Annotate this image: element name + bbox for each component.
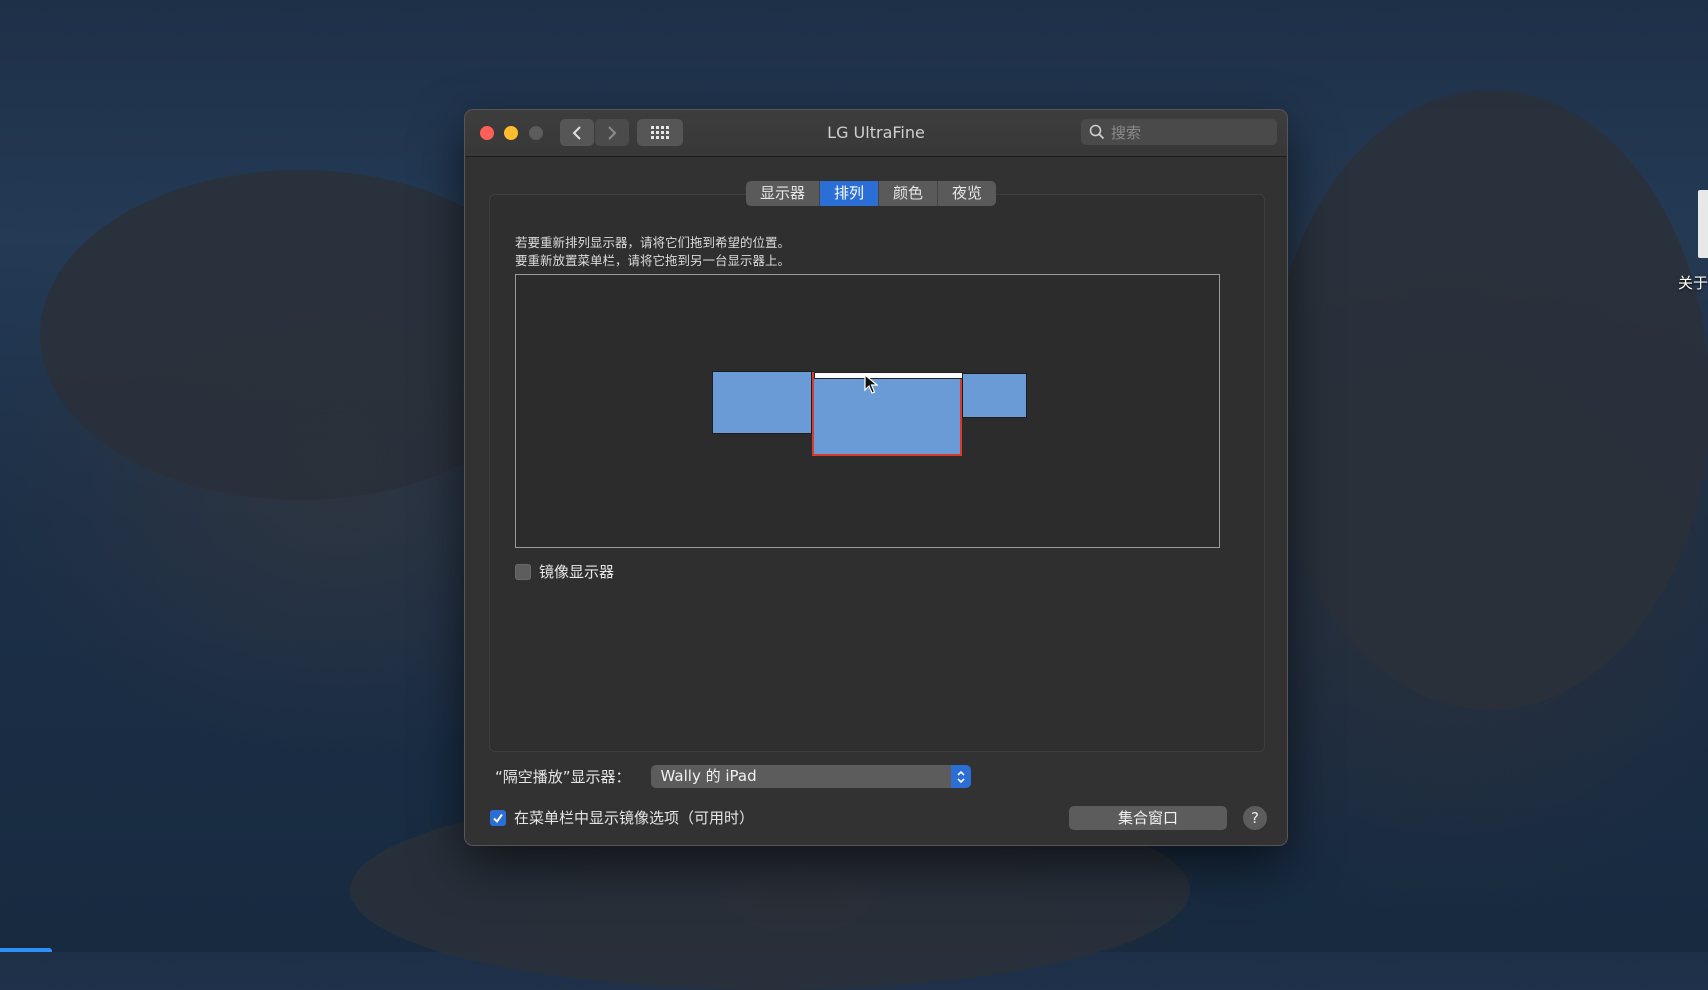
tab-arrangement[interactable]: 排列: [820, 181, 880, 206]
minimize-button[interactable]: [504, 126, 518, 140]
show-mirroring-option[interactable]: 在菜单栏中显示镜像选项（可用时）: [490, 807, 754, 828]
display-thumbnail-main[interactable]: [812, 372, 962, 456]
mouse-pointer-icon: [864, 374, 878, 394]
mirror-displays-checkbox[interactable]: [515, 563, 531, 580]
tab-bar: 显示器 排列 颜色 夜览: [746, 181, 997, 206]
zoom-button[interactable]: [529, 126, 543, 140]
show-mirroring-label: 在菜单栏中显示镜像选项（可用时）: [514, 809, 755, 827]
search-icon: [1089, 124, 1105, 140]
airplay-display-row: “隔空播放”显示器： Wally 的 iPad: [495, 765, 971, 788]
tab-color[interactable]: 颜色: [879, 181, 939, 206]
checkmark-icon: [493, 813, 503, 823]
search-placeholder: 搜索: [1111, 123, 1142, 142]
desktop-hill: [1270, 90, 1708, 710]
tab-night-shift[interactable]: 夜览: [938, 181, 996, 206]
display-thumbnail-left[interactable]: [712, 371, 812, 434]
airplay-display-label: “隔空播放”显示器：: [495, 768, 631, 786]
instruction-line: 要重新放置菜单栏，请将它拖到另一台显示器上。: [515, 253, 791, 268]
back-button[interactable]: [560, 119, 594, 146]
display-arrangement-area[interactable]: [515, 274, 1220, 548]
grid-icon: [651, 125, 669, 139]
instruction-line: 若要重新排列显示器，请将它们拖到希望的位置。: [515, 235, 791, 250]
close-button[interactable]: [480, 126, 494, 140]
show-mirroring-checkbox[interactable]: [490, 809, 506, 826]
mirror-displays-label: 镜像显示器: [539, 563, 615, 581]
tab-display[interactable]: 显示器: [746, 181, 821, 206]
chevron-left-icon: [572, 125, 581, 140]
help-button[interactable]: ?: [1243, 806, 1267, 830]
chevron-right-icon: [608, 125, 617, 140]
forward-button[interactable]: [595, 119, 629, 146]
desktop-file-label[interactable]: 关于: [1678, 272, 1708, 293]
select-arrows-icon: [950, 765, 971, 788]
desktop-file-icon[interactable]: [1698, 190, 1708, 258]
search-field[interactable]: 搜索: [1081, 119, 1277, 145]
gather-windows-button[interactable]: 集合窗口: [1069, 806, 1227, 830]
dock-indicator: [0, 948, 52, 952]
show-all-button[interactable]: [637, 119, 683, 146]
title-bar: LG UltraFine 搜索: [465, 110, 1287, 157]
arrangement-instructions: 若要重新排列显示器，请将它们拖到希望的位置。 要重新放置菜单栏，请将它拖到另一台…: [515, 234, 790, 270]
display-preferences-window: LG UltraFine 搜索 显示器 排列 颜色 夜览 若要重新排列显示器，请…: [465, 110, 1287, 845]
display-thumbnail-right[interactable]: [962, 373, 1027, 418]
menu-bar-handle[interactable]: [814, 372, 963, 379]
airplay-display-select[interactable]: Wally 的 iPad: [650, 765, 971, 788]
mirror-displays-option[interactable]: 镜像显示器: [515, 561, 614, 582]
airplay-selected-value: Wally 的 iPad: [660, 767, 757, 785]
